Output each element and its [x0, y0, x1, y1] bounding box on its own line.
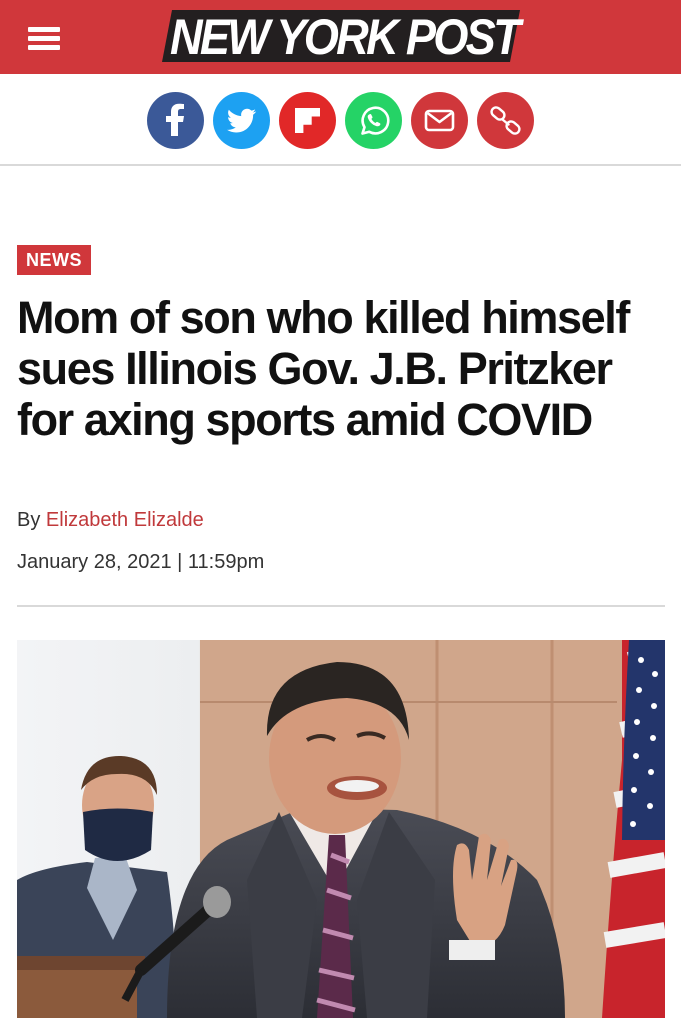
hamburger-menu-icon[interactable]: [28, 24, 62, 52]
date-separator: |: [171, 551, 188, 573]
site-logo[interactable]: NEW YORK POST: [160, 2, 525, 66]
facebook-icon: [166, 103, 184, 136]
whatsapp-icon: [361, 106, 390, 135]
article-headline: Mom of son who killed himself sues Illin…: [17, 292, 630, 445]
publish-time: 11:59pm: [187, 551, 265, 573]
author-link[interactable]: Elizabeth Elizalde: [46, 509, 204, 531]
email-share-button[interactable]: [411, 92, 468, 149]
site-logo-text: NEW YORK POST: [170, 9, 525, 65]
twitter-icon: [226, 108, 257, 133]
flipboard-share-button[interactable]: [279, 92, 336, 149]
divider: [17, 605, 665, 607]
whatsapp-share-button[interactable]: [345, 92, 402, 149]
twitter-share-button[interactable]: [213, 92, 270, 149]
share-bar: [0, 74, 681, 166]
byline-prefix: By: [17, 509, 46, 531]
byline: By Elizabeth Elizalde: [17, 509, 204, 532]
publish-dateline: January 28, 2021 | 11:59pm: [17, 551, 264, 574]
facebook-share-button[interactable]: [147, 92, 204, 149]
site-header: NEW YORK POST: [0, 0, 681, 74]
publish-date: January 28, 2021: [17, 551, 172, 573]
copy-link-button[interactable]: [477, 92, 534, 149]
article-hero-image[interactable]: [17, 640, 665, 1018]
section-badge[interactable]: NEWS: [17, 245, 91, 275]
flipboard-icon: [295, 108, 320, 133]
link-icon: [490, 106, 521, 135]
email-icon: [424, 109, 455, 132]
